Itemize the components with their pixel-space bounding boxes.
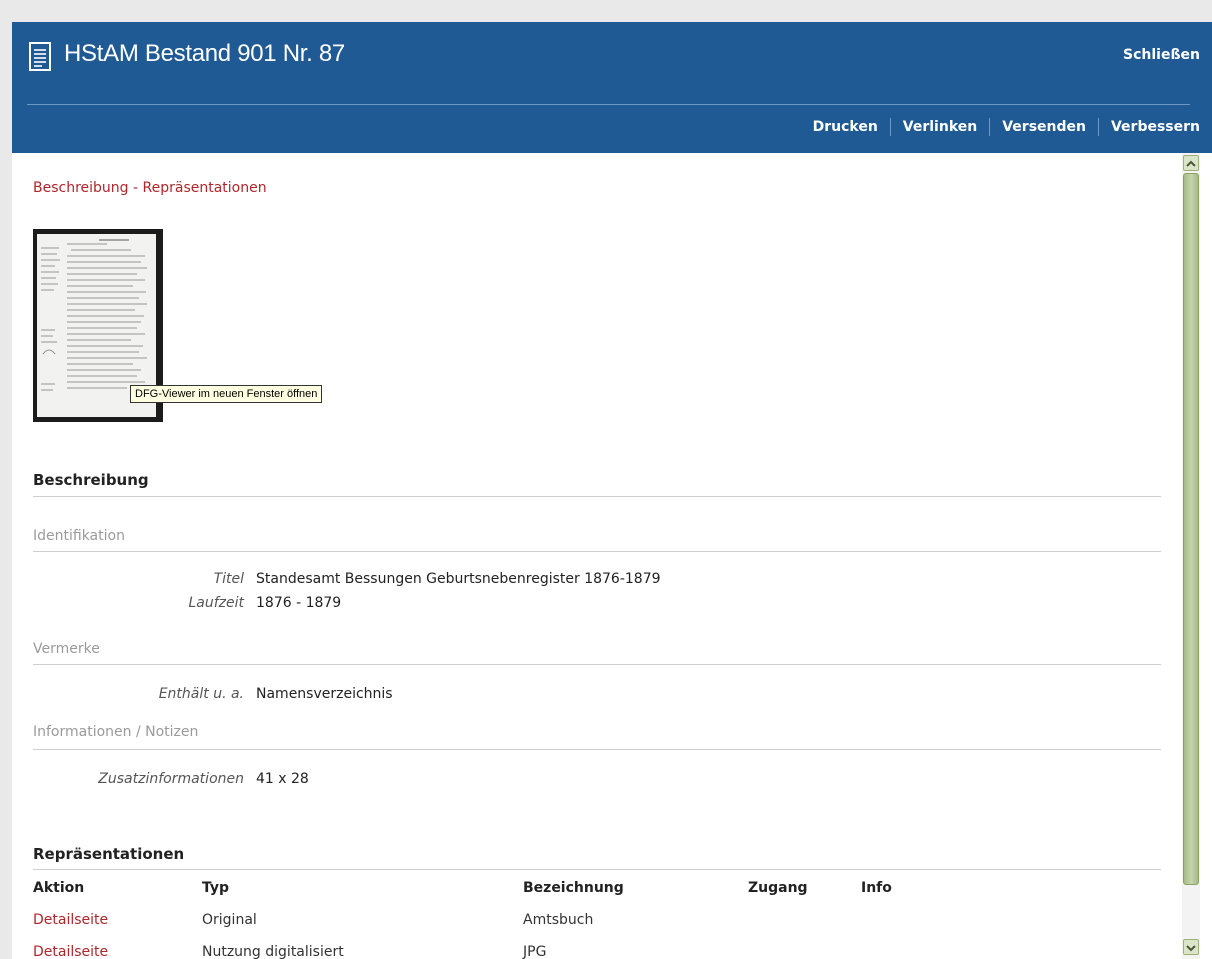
field-value-enthaelt: Namensverzeichnis	[256, 686, 393, 702]
row-detail-link[interactable]: Detailseite	[33, 912, 108, 928]
link-link[interactable]: Verlinken	[903, 119, 977, 135]
dialog-header: HStAM Bestand 901 Nr. 87 Schließen Druck…	[12, 22, 1212, 153]
field-label-laufzeit: Laufzeit	[188, 595, 244, 611]
group-informationen: Informationen / Notizen	[33, 724, 199, 740]
viewer-tooltip: DFG-Viewer im neuen Fenster öffnen	[130, 385, 323, 403]
action-separator	[989, 118, 991, 136]
row-typ: Original	[202, 912, 257, 928]
document-icon	[29, 42, 51, 71]
repraesentationen-heading: Repräsentationen	[33, 845, 185, 863]
record-dialog: HStAM Bestand 901 Nr. 87 Schließen Druck…	[12, 22, 1212, 959]
group-identifikation: Identifikation	[33, 528, 125, 544]
anchor-nav: Beschreibung - Repräsentationen	[33, 180, 267, 196]
section-divider	[33, 869, 1161, 870]
print-link[interactable]: Drucken	[813, 119, 878, 135]
dialog-content: Beschreibung - Repräsentationen DFG-View…	[12, 153, 1182, 959]
action-separator	[889, 118, 891, 136]
beschreibung-heading: Beschreibung	[33, 471, 149, 489]
field-value-zusatzinformationen: 41 x 28	[256, 771, 309, 787]
section-divider	[33, 496, 1161, 497]
field-label-zusatzinformationen: Zusatzinformationen	[98, 771, 244, 787]
group-divider	[33, 551, 1161, 552]
header-actions: Drucken Verlinken Versenden Verbessern	[813, 118, 1200, 136]
field-value-laufzeit: 1876 - 1879	[256, 595, 342, 611]
group-divider	[33, 749, 1161, 750]
anchor-separator: -	[128, 180, 143, 196]
row-detail-link[interactable]: Detailseite	[33, 944, 108, 959]
column-header-bezeichnung: Bezeichnung	[523, 880, 624, 896]
field-label-enthaelt: Enthält u. a.	[158, 686, 244, 702]
row-typ: Nutzung digitalisiert	[202, 944, 344, 959]
column-header-typ: Typ	[202, 880, 230, 896]
row-bezeichnung: Amtsbuch	[523, 912, 594, 928]
scroll-up-button[interactable]	[1183, 155, 1199, 171]
send-link[interactable]: Versenden	[1002, 119, 1086, 135]
row-bezeichnung: JPG	[523, 944, 547, 959]
dialog-title: HStAM Bestand 901 Nr. 87	[64, 40, 345, 67]
field-value-titel: Standesamt Bessungen Geburtsnebenregiste…	[256, 571, 661, 587]
group-divider	[33, 664, 1161, 665]
improve-link[interactable]: Verbessern	[1111, 119, 1200, 135]
column-header-info: Info	[861, 880, 892, 896]
action-separator	[1097, 118, 1099, 136]
scroll-thumb[interactable]	[1183, 173, 1199, 885]
anchor-beschreibung[interactable]: Beschreibung	[33, 180, 129, 196]
anchor-repraesentationen[interactable]: Repräsentationen	[143, 180, 267, 196]
scroll-down-button[interactable]	[1183, 939, 1199, 955]
column-header-zugang: Zugang	[748, 880, 808, 896]
chevron-up-icon	[1186, 160, 1196, 167]
field-label-titel: Titel	[213, 571, 244, 587]
header-divider	[27, 104, 1190, 105]
close-button[interactable]: Schließen	[1123, 47, 1200, 63]
chevron-down-icon	[1186, 945, 1196, 952]
vertical-scrollbar[interactable]	[1182, 153, 1200, 959]
column-header-aktion: Aktion	[33, 880, 85, 896]
group-vermerke: Vermerke	[33, 641, 100, 657]
